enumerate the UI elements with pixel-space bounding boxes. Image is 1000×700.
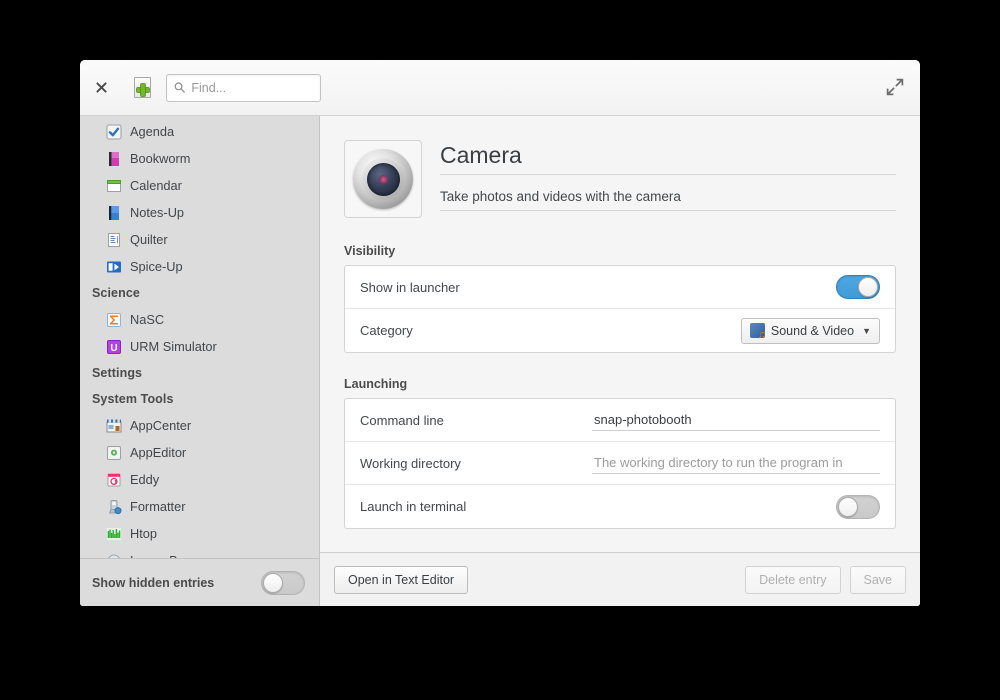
nasc-sigma-icon	[106, 312, 122, 328]
formatter-drive-icon	[106, 499, 122, 515]
sidebar-item-bookworm[interactable]: Bookworm	[80, 145, 319, 172]
sidebar-item-label: NaSC	[130, 312, 165, 327]
htop-monitor-icon	[106, 526, 122, 542]
camera-lens-icon	[344, 140, 422, 218]
section-card-visibility: Show in launcher Category Sound & Video ▼	[344, 265, 896, 353]
urm-simulator-icon: U	[106, 339, 122, 355]
detail-panel: Camera Take photos and videos with the c…	[320, 116, 920, 606]
sidebar-item-label: Calendar	[130, 178, 182, 193]
sidebar-item-agenda[interactable]: Agenda	[80, 118, 319, 145]
maximize-button[interactable]	[886, 78, 906, 98]
sidebar-item-spice-up[interactable]: Spice-Up	[80, 253, 319, 280]
sidebar-item-quilter[interactable]: Quilter	[80, 226, 319, 253]
save-button[interactable]: Save	[849, 565, 906, 594]
row-label: Command line	[360, 412, 444, 428]
sidebar-item-label: Image Burner	[130, 553, 208, 558]
maximize-icon	[886, 78, 904, 95]
sidebar-item-label: AppEditor	[130, 445, 187, 460]
category-dropdown[interactable]: Sound & Video ▼	[740, 317, 880, 344]
row-launch-in-terminal: Launch in terminal	[345, 485, 895, 528]
eddy-package-icon	[106, 472, 122, 488]
section-card-launching: Command line Working directory Launch in t…	[344, 398, 896, 529]
toggle-knob	[858, 277, 878, 297]
image-burner-icon	[106, 553, 122, 558]
row-label: Working directory	[360, 455, 461, 471]
new-document-plus-icon	[133, 77, 151, 98]
row-label: Show in launcher	[360, 279, 460, 295]
detail-sections: Visibility Show in launcher Category Sound …	[344, 244, 896, 529]
sidebar-item-eddy[interactable]: Eddy	[80, 466, 319, 493]
launch-in-terminal-toggle[interactable]	[836, 494, 880, 519]
action-bar: Open in Text Editor Delete entry Save	[320, 552, 920, 606]
row-label: Category	[360, 323, 413, 338]
detail-scroll-area: Camera Take photos and videos with the c…	[320, 116, 920, 552]
sidebar-item-notes-up[interactable]: Notes-Up	[80, 199, 319, 226]
show-hidden-entries-label: Show hidden entries	[92, 575, 215, 590]
sidebar-item-appeditor[interactable]: AppEditor	[80, 439, 319, 466]
search-box[interactable]	[166, 73, 321, 102]
spice-up-presentation-icon	[106, 259, 122, 275]
row-command-line: Command line	[345, 399, 895, 442]
row-show-in-launcher: Show in launcher	[345, 266, 895, 309]
show-hidden-entries-toggle[interactable]	[261, 570, 305, 595]
command-line-input[interactable]	[592, 409, 880, 431]
working-directory-input[interactable]	[592, 452, 880, 474]
sound-video-icon	[749, 323, 766, 341]
quilter-document-icon	[106, 232, 122, 248]
sidebar-category-header: Settings	[92, 366, 143, 380]
search-icon	[174, 82, 185, 93]
row-working-directory: Working directory	[345, 442, 895, 485]
sidebar-item-label: Eddy	[130, 472, 160, 487]
search-input[interactable]	[191, 80, 313, 95]
close-icon	[95, 82, 107, 93]
new-entry-button[interactable]	[128, 74, 156, 102]
sidebar-item-label: Quilter	[130, 232, 168, 247]
sidebar-item-label: Formatter	[130, 499, 186, 514]
sidebar-item-urm-simulator[interactable]: U URM Simulator	[80, 333, 319, 360]
appcenter-store-icon	[106, 418, 122, 434]
row-label: Launch in terminal	[360, 499, 467, 514]
sidebar: Agenda Bookworm Calendar Notes-Up Quilter Spi…	[80, 116, 320, 606]
toggle-knob	[838, 496, 858, 517]
section-title-visibility: Visibility	[344, 244, 396, 258]
row-category: Category Sound & Video ▼	[345, 309, 895, 352]
agenda-checkbox-icon	[106, 124, 122, 140]
sidebar-app-list[interactable]: Agenda Bookworm Calendar Notes-Up Quilter Spi…	[80, 116, 319, 558]
appeditor-icon	[106, 445, 122, 461]
sidebar-item-formatter[interactable]: Formatter	[80, 493, 319, 520]
sidebar-item-label: Spice-Up	[130, 259, 183, 274]
sidebar-item-label: AppCenter	[130, 418, 192, 433]
section-title-launching: Launching	[344, 377, 408, 391]
close-button[interactable]	[90, 77, 112, 99]
bookworm-book-icon	[106, 151, 122, 167]
sidebar-item-label: Agenda	[130, 124, 175, 139]
svg-text:U: U	[110, 342, 117, 353]
sidebar-item-label: Htop	[130, 526, 158, 541]
sidebar-item-appcenter[interactable]: AppCenter	[80, 412, 319, 439]
notes-up-icon	[106, 205, 122, 221]
chevron-down-icon: ▼	[862, 325, 871, 336]
sidebar-category-header: Science	[92, 286, 140, 300]
sidebar-footer: Show hidden entries	[80, 558, 319, 606]
toggle-knob	[263, 572, 283, 593]
header-bar	[80, 60, 920, 116]
delete-entry-button[interactable]: Delete entry	[745, 565, 841, 594]
sidebar-item-label: Bookworm	[130, 151, 191, 166]
window-body: Agenda Bookworm Calendar Notes-Up Quilter Spi…	[80, 116, 920, 606]
sidebar-item-calendar[interactable]: Calendar	[80, 172, 319, 199]
app-header: Camera Take photos and videos with the c…	[344, 140, 896, 218]
open-in-text-editor-button[interactable]: Open in Text Editor	[334, 565, 469, 594]
calendar-icon	[106, 178, 122, 194]
app-description-field[interactable]: Take photos and videos with the camera	[440, 189, 896, 211]
sidebar-item-image-burner[interactable]: Image Burner	[80, 547, 319, 558]
sidebar-item-label: Notes-Up	[130, 205, 185, 220]
sidebar-item-label: URM Simulator	[130, 339, 217, 354]
show-in-launcher-toggle[interactable]	[836, 275, 880, 299]
sidebar-item-nasc[interactable]: NaSC	[80, 306, 319, 333]
app-editor-window: Agenda Bookworm Calendar Notes-Up Quilter Spi…	[80, 60, 920, 606]
app-name-field[interactable]: Camera	[440, 142, 896, 175]
dropdown-value: Sound & Video	[770, 323, 855, 338]
sidebar-category-header: System Tools	[92, 392, 174, 406]
sidebar-item-htop[interactable]: Htop	[80, 520, 319, 547]
